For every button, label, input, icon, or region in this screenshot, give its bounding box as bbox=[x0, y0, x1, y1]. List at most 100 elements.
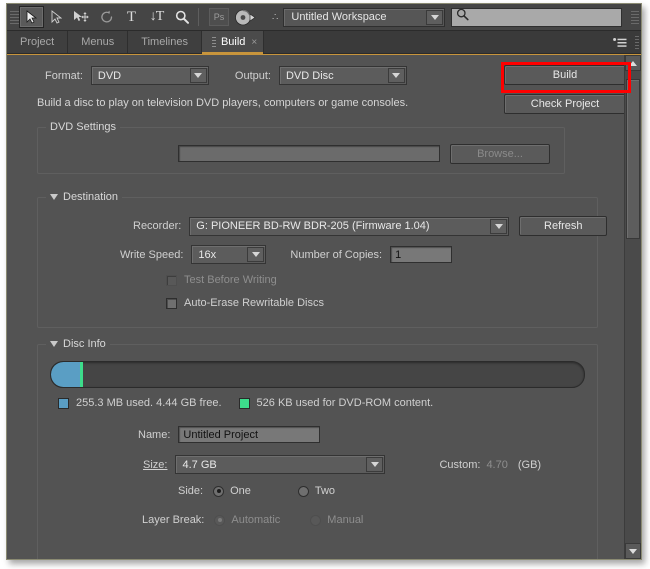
scroll-down-button[interactable] bbox=[625, 543, 641, 559]
disc-size-row: Size: 4.7 GB Custom: 4.70 (GB) bbox=[143, 455, 541, 474]
chevron-down-icon[interactable] bbox=[189, 68, 207, 83]
tab-project[interactable]: Project bbox=[7, 31, 69, 53]
build-panel-content: Format: DVD Output: DVD Disc Build Check… bbox=[7, 55, 624, 559]
text-tool[interactable]: T bbox=[119, 6, 144, 28]
write-speed-value: 16x bbox=[198, 248, 217, 261]
refresh-button[interactable]: Refresh bbox=[519, 216, 608, 236]
format-value: DVD bbox=[97, 69, 122, 82]
disc-name-label: Name: bbox=[138, 428, 171, 441]
rotate-tool[interactable] bbox=[94, 6, 119, 28]
side-label: Side: bbox=[178, 485, 204, 497]
tab-grip[interactable] bbox=[211, 36, 216, 48]
check-project-button[interactable]: Check Project bbox=[504, 94, 624, 114]
build-description: Build a disc to play on television DVD p… bbox=[37, 97, 409, 109]
scroll-up-button[interactable] bbox=[625, 55, 641, 71]
disc-size-select[interactable]: 4.7 GB bbox=[175, 455, 386, 474]
layer-automatic-radio bbox=[214, 514, 226, 526]
disc-name-row: Name: Untitled Project bbox=[138, 426, 321, 443]
format-select[interactable]: DVD bbox=[90, 66, 209, 85]
side-row: Side: One Two bbox=[178, 485, 335, 497]
disc-info-group: Disc Info 255.3 MB used. 4.44 GB free. 5… bbox=[37, 338, 598, 559]
recorder-select[interactable]: G: PIONEER BD-RW BDR-205 (Firmware 1.04) bbox=[189, 216, 510, 236]
test-before-writing-label: Test Before Writing bbox=[184, 274, 277, 286]
side-two-radio[interactable] bbox=[297, 485, 309, 497]
toolbar-separator bbox=[198, 8, 199, 26]
search-input[interactable] bbox=[469, 11, 621, 23]
search-field[interactable] bbox=[451, 7, 622, 27]
disc-usage-used-fill bbox=[51, 362, 80, 387]
write-speed-select[interactable]: 16x bbox=[191, 245, 267, 264]
collapse-twisty-icon[interactable] bbox=[50, 194, 58, 200]
photoshop-button-label: Ps bbox=[213, 12, 225, 22]
photoshop-button[interactable]: Ps bbox=[209, 8, 229, 26]
auto-erase-row[interactable]: Auto-Erase Rewritable Discs bbox=[166, 297, 324, 309]
output-path-field[interactable] bbox=[178, 145, 440, 162]
auto-erase-checkbox[interactable] bbox=[166, 297, 177, 309]
scrollbar-thumb[interactable] bbox=[626, 79, 640, 239]
recorder-label: Recorder: bbox=[133, 220, 182, 232]
tab-menus-label: Menus bbox=[81, 36, 115, 48]
workspace-icon: ∴ bbox=[272, 11, 279, 23]
tab-menus[interactable]: Menus bbox=[68, 31, 129, 53]
output-label: Output: bbox=[234, 69, 271, 82]
disc-size-label: Size: bbox=[143, 458, 168, 471]
write-speed-row: Write Speed: 16x Number of Copies: 1 bbox=[120, 245, 453, 264]
side-two-label: Two bbox=[314, 485, 336, 497]
tab-strip-filler bbox=[264, 31, 607, 53]
toolbar-right-grip[interactable] bbox=[631, 7, 639, 27]
output-select[interactable]: DVD Disc bbox=[278, 66, 407, 85]
tab-build[interactable]: Build × bbox=[201, 31, 265, 54]
rom-color-swatch bbox=[238, 397, 250, 409]
panel-menu-icon[interactable] bbox=[607, 31, 633, 53]
rom-text: 526 KB used for DVD-ROM content. bbox=[256, 397, 434, 409]
test-before-writing-row[interactable]: Test Before Writing bbox=[166, 274, 277, 286]
scrollbar-track[interactable] bbox=[625, 71, 641, 543]
disc-icon[interactable] bbox=[232, 7, 258, 27]
layer-break-label: Layer Break: bbox=[142, 514, 205, 526]
vertical-text-tool[interactable]: ↓T bbox=[144, 6, 169, 28]
side-one-radio[interactable] bbox=[213, 485, 225, 497]
copies-field[interactable]: 1 bbox=[390, 246, 453, 263]
search-icon bbox=[456, 8, 469, 26]
vertical-scrollbar[interactable] bbox=[624, 55, 641, 559]
chevron-down-icon[interactable] bbox=[426, 9, 444, 25]
close-icon[interactable]: × bbox=[251, 37, 257, 48]
destination-title-wrap[interactable]: Destination bbox=[46, 191, 123, 203]
layer-manual-radio bbox=[310, 514, 322, 526]
browse-button-label: Browse... bbox=[477, 148, 523, 160]
disc-info-title-wrap[interactable]: Disc Info bbox=[46, 338, 110, 350]
auto-erase-label: Auto-Erase Rewritable Discs bbox=[184, 297, 324, 309]
chevron-down-icon[interactable] bbox=[490, 218, 508, 234]
tab-strip-grip[interactable] bbox=[633, 31, 641, 53]
disc-usage-legend: 255.3 MB used. 4.44 GB free. 526 KB used… bbox=[58, 397, 433, 409]
format-row: Format: DVD Output: DVD Disc bbox=[45, 66, 407, 85]
chevron-down-icon[interactable] bbox=[366, 457, 384, 472]
encore-window: T ↓T Ps ∴ Untitled Workspace Project Men… bbox=[6, 3, 642, 560]
browse-button[interactable]: Browse... bbox=[450, 144, 550, 164]
layer-automatic-label: Automatic bbox=[231, 514, 281, 526]
tab-timelines[interactable]: Timelines bbox=[128, 31, 202, 53]
disc-name-field[interactable]: Untitled Project bbox=[178, 426, 321, 443]
check-project-button-label: Check Project bbox=[530, 98, 600, 110]
write-speed-label: Write Speed: bbox=[120, 248, 184, 261]
selection-tool[interactable] bbox=[19, 6, 44, 28]
disc-info-title: Disc Info bbox=[63, 338, 106, 350]
disc-usage-rom-fill bbox=[79, 362, 83, 387]
refresh-button-label: Refresh bbox=[544, 220, 583, 232]
layer-manual-label: Manual bbox=[327, 514, 364, 526]
chevron-down-icon[interactable] bbox=[247, 247, 265, 262]
build-button[interactable]: Build bbox=[504, 65, 624, 85]
collapse-twisty-icon[interactable] bbox=[50, 341, 58, 347]
recorder-row: Recorder: G: PIONEER BD-RW BDR-205 (Firm… bbox=[133, 216, 608, 236]
workspace-select[interactable]: Untitled Workspace bbox=[283, 7, 446, 27]
custom-value[interactable]: 4.70 bbox=[486, 459, 507, 471]
move-tool[interactable] bbox=[69, 6, 94, 28]
destination-title: Destination bbox=[63, 191, 119, 203]
chevron-down-icon[interactable] bbox=[387, 68, 405, 83]
zoom-tool[interactable] bbox=[169, 6, 194, 28]
direct-selection-tool[interactable] bbox=[44, 6, 69, 28]
tab-build-label: Build bbox=[220, 36, 246, 48]
toolbar-grip[interactable] bbox=[10, 7, 19, 27]
format-label: Format: bbox=[45, 69, 83, 82]
side-one-label: One bbox=[230, 485, 251, 497]
